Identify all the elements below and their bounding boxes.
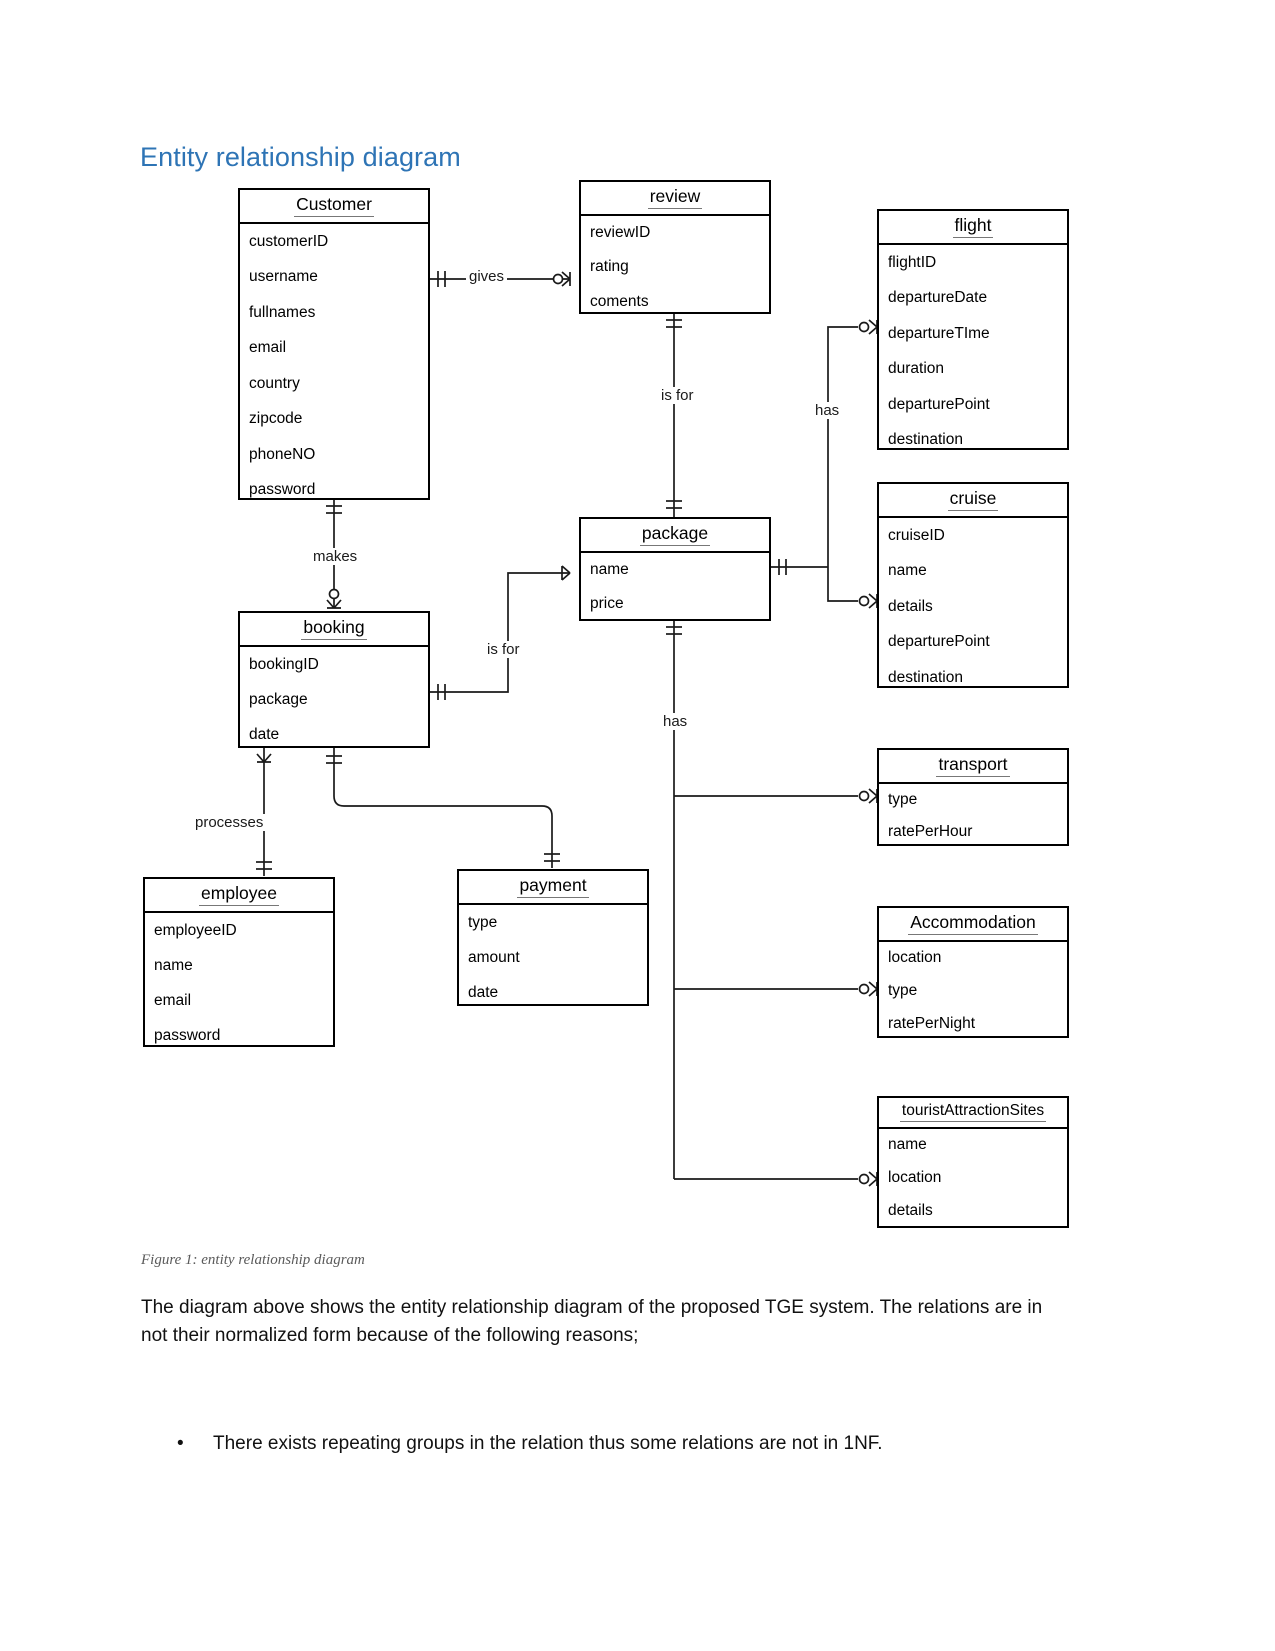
rel-label-gives: gives xyxy=(466,268,508,285)
entity-booking-title: booking xyxy=(240,613,428,647)
attr-cruise-name: name xyxy=(888,562,927,580)
er-diagram: Customer customerID username fullnames e… xyxy=(0,0,1275,1260)
entity-customer-attributes: customerID username fullnames email coun… xyxy=(240,224,428,508)
entity-booking-attributes: bookingID package date xyxy=(240,647,428,752)
attr-departuredate: departureDate xyxy=(888,289,988,307)
entity-transport-attributes: type ratePerHour xyxy=(879,784,1067,848)
entity-payment-title: payment xyxy=(459,871,647,905)
entity-cruise-attributes: cruiseID name details departurePoint des… xyxy=(879,518,1067,696)
rel-label-has-flight-cruise: has xyxy=(812,402,843,419)
attr-accommodation-type: type xyxy=(888,982,918,999)
attr-payment-type: type xyxy=(468,913,498,931)
entity-flight-title: flight xyxy=(879,211,1067,245)
attr-employeeid: employeeID xyxy=(154,921,237,939)
entity-tourist-attraction-sites-attributes: name location details xyxy=(879,1129,1067,1227)
attr-email: email xyxy=(249,339,287,357)
entity-accommodation[interactable]: Accommodation location type ratePerNight xyxy=(877,906,1069,1038)
attr-package-price: price xyxy=(590,595,624,612)
attr-password: password xyxy=(249,481,316,499)
attr-cruiseid: cruiseID xyxy=(888,526,945,544)
attr-flightid: flightID xyxy=(888,253,937,271)
attr-coments: coments xyxy=(590,292,649,310)
entity-tourist-attraction-sites[interactable]: touristAttractionSites name location det… xyxy=(877,1096,1069,1228)
entity-tourist-attraction-sites-title: touristAttractionSites xyxy=(879,1098,1067,1129)
connector-booking-payment xyxy=(333,748,553,868)
attr-package-name: name xyxy=(590,561,629,578)
attr-booking-package: package xyxy=(249,690,308,708)
entity-accommodation-attributes: location type ratePerNight xyxy=(879,942,1067,1040)
entity-cruise-title: cruise xyxy=(879,484,1067,518)
rel-label-is-for-review-package: is for xyxy=(658,387,697,404)
figure-caption: Figure 1: entity relationship diagram xyxy=(141,1252,365,1268)
attr-tas-name: name xyxy=(888,1136,927,1153)
attr-zipcode: zipcode xyxy=(249,410,303,428)
rel-label-processes: processes xyxy=(192,814,267,831)
entity-payment[interactable]: payment type amount date xyxy=(457,869,649,1006)
attr-payment-date: date xyxy=(468,983,499,1001)
attr-departurepoint: departurePoint xyxy=(888,395,990,413)
attr-phoneno: phoneNO xyxy=(249,445,316,463)
entity-transport-title: transport xyxy=(879,750,1067,784)
entity-transport[interactable]: transport type ratePerHour xyxy=(877,748,1069,846)
entity-employee-title: employee xyxy=(145,879,333,913)
attr-username: username xyxy=(249,268,318,286)
attr-country: country xyxy=(249,374,300,392)
entity-customer[interactable]: Customer customerID username fullnames e… xyxy=(238,188,430,500)
attr-cruise-destination: destination xyxy=(888,668,963,686)
entity-employee[interactable]: employee employeeID name email password xyxy=(143,877,335,1047)
entity-flight-attributes: flightID departureDate departureTIme dur… xyxy=(879,245,1067,458)
attr-accommodation-location: location xyxy=(888,949,942,966)
attr-fullnames: fullnames xyxy=(249,303,316,321)
entity-package-title: package xyxy=(581,519,769,553)
attr-tas-location: location xyxy=(888,1169,942,1186)
document-page: Entity relationship diagram Customer cus… xyxy=(0,0,1275,1651)
entity-package[interactable]: package name price xyxy=(579,517,771,621)
attr-transport-type: type xyxy=(888,791,918,808)
attr-employee-email: email xyxy=(154,991,192,1009)
attr-rating: rating xyxy=(590,257,629,275)
attr-employee-password: password xyxy=(154,1026,221,1044)
attr-duration: duration xyxy=(888,360,945,378)
attr-reviewid: reviewID xyxy=(590,223,651,241)
list-item: • There exists repeating groups in the r… xyxy=(141,1430,1071,1458)
attr-bookingid: bookingID xyxy=(249,655,319,673)
attr-rateperniught: ratePerNight xyxy=(888,1015,976,1032)
entity-flight[interactable]: flight flightID departureDate departureT… xyxy=(877,209,1069,450)
bullet-marker-icon: • xyxy=(177,1433,184,1454)
attr-payment-amount: amount xyxy=(468,948,520,966)
attr-destination: destination xyxy=(888,431,963,449)
list-item-label: There exists repeating groups in the rel… xyxy=(213,1433,883,1454)
attr-tas-details: details xyxy=(888,1202,933,1219)
bullet-list: • There exists repeating groups in the r… xyxy=(141,1430,1071,1458)
entity-package-attributes: name price xyxy=(581,553,769,621)
attr-booking-date: date xyxy=(249,725,280,743)
entity-review-attributes: reviewID rating coments xyxy=(581,216,769,319)
attr-details: details xyxy=(888,597,933,615)
body-paragraph: The diagram above shows the entity relat… xyxy=(141,1297,1043,1346)
entity-employee-attributes: employeeID name email password xyxy=(145,913,333,1053)
attr-rateperhour: ratePerHour xyxy=(888,823,973,840)
entity-review[interactable]: review reviewID rating coments xyxy=(579,180,771,314)
rel-label-is-for-booking-package: is for xyxy=(484,641,523,658)
rel-label-makes: makes xyxy=(310,548,361,565)
attr-customerid: customerID xyxy=(249,232,329,250)
entity-cruise[interactable]: cruise cruiseID name details departurePo… xyxy=(877,482,1069,688)
entity-review-title: review xyxy=(581,182,769,216)
connector-isfor-booking-package xyxy=(430,572,570,693)
entity-customer-title: Customer xyxy=(240,190,428,224)
rel-label-has-services: has xyxy=(660,713,691,730)
entity-accommodation-title: Accommodation xyxy=(879,908,1067,942)
entity-payment-attributes: type amount date xyxy=(459,905,647,1010)
attr-departuretime: departureTIme xyxy=(888,324,990,342)
attr-cruise-departurepoint: departurePoint xyxy=(888,633,990,651)
entity-booking[interactable]: booking bookingID package date xyxy=(238,611,430,748)
attr-employee-name: name xyxy=(154,956,193,974)
